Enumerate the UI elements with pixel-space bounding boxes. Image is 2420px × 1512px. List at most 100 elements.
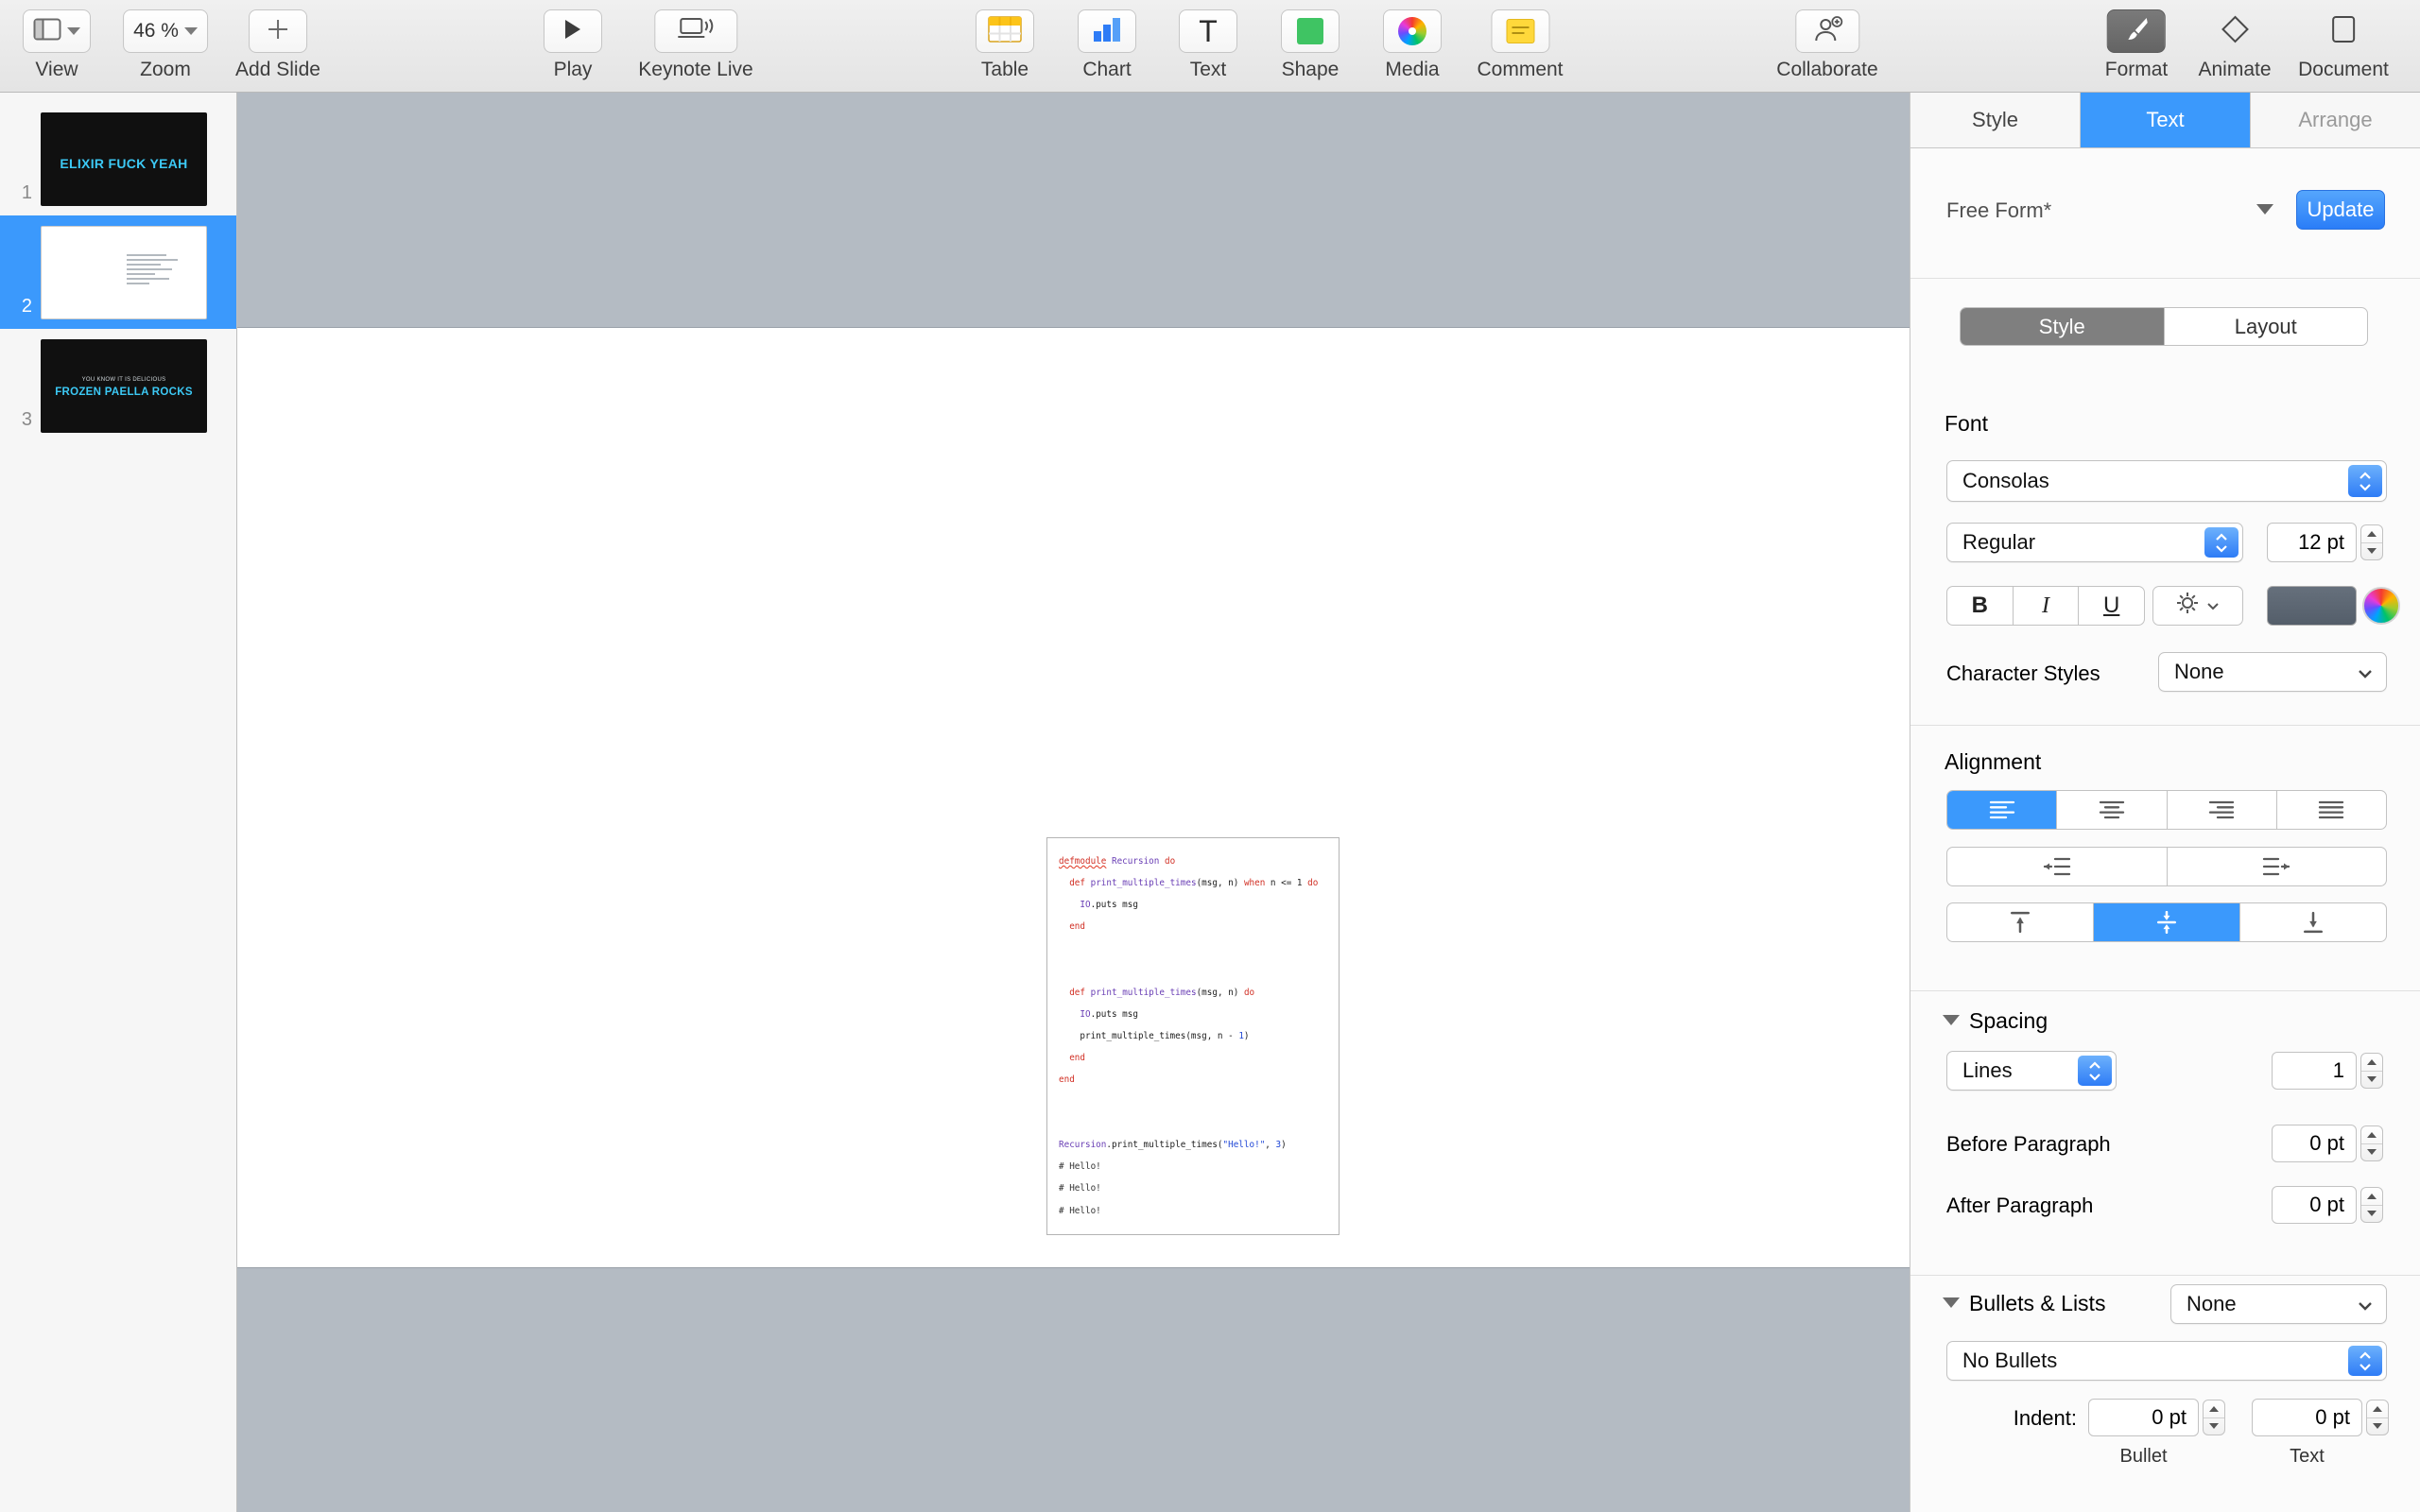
slide-surface[interactable]: defmodule Recursion do def print_multipl… bbox=[237, 327, 1910, 1268]
bar-chart-icon bbox=[1092, 16, 1122, 47]
bullets-list-popup[interactable]: None bbox=[2170, 1284, 2387, 1324]
text-indent-stepper[interactable] bbox=[2366, 1400, 2389, 1435]
font-family-combo[interactable]: Consolas bbox=[1946, 460, 2387, 502]
color-wheel-icon[interactable] bbox=[2362, 587, 2400, 625]
insert-chart-button[interactable]: Chart bbox=[1078, 9, 1136, 81]
insert-chart-label: Chart bbox=[1082, 59, 1131, 81]
align-justify-button[interactable] bbox=[2276, 791, 2386, 829]
insert-text-label: Text bbox=[1190, 59, 1227, 81]
stepper-icon[interactable] bbox=[2348, 1346, 2382, 1376]
code-line: IO.puts msg bbox=[1059, 1004, 1327, 1025]
after-paragraph-field[interactable]: 0 pt bbox=[2272, 1186, 2357, 1224]
code-line: IO.puts msg bbox=[1059, 894, 1327, 916]
view-button[interactable]: View bbox=[23, 9, 91, 81]
plus-icon bbox=[267, 18, 289, 45]
increase-indent-button[interactable] bbox=[2167, 848, 2387, 885]
insert-media-button[interactable]: Media bbox=[1383, 9, 1442, 81]
align-center-button[interactable] bbox=[2056, 791, 2166, 829]
bullet-indent-stepper[interactable] bbox=[2203, 1400, 2225, 1435]
text-color-well[interactable] bbox=[2267, 586, 2357, 626]
advanced-options-button[interactable] bbox=[2152, 586, 2243, 626]
segment-layout[interactable]: Layout bbox=[2164, 308, 2368, 345]
bullet-column-label: Bullet bbox=[2088, 1446, 2199, 1468]
yellow-note-icon bbox=[1506, 19, 1534, 43]
slide-thumbnail-row-3[interactable]: 3 YOU KNOW IT IS DELICIOUS FROZEN PAELLA… bbox=[0, 329, 236, 442]
align-middle-button[interactable] bbox=[2093, 903, 2239, 941]
decrease-indent-button[interactable] bbox=[1947, 848, 2167, 885]
code-line: # Hello! bbox=[1059, 1200, 1327, 1222]
insert-shape-button[interactable]: Shape bbox=[1281, 9, 1340, 81]
play-button[interactable]: Play bbox=[544, 9, 602, 81]
biu-segment: B I U bbox=[1946, 586, 2145, 626]
underline-button[interactable]: U bbox=[2078, 587, 2144, 625]
slide-thumbnail-row-1[interactable]: 1 ELIXIR FUCK YEAH bbox=[0, 102, 236, 215]
tab-style[interactable]: Style bbox=[1910, 93, 2081, 147]
stepper-icon[interactable] bbox=[2204, 527, 2238, 558]
alignment-section-label: Alignment bbox=[1945, 749, 2041, 775]
document-button[interactable]: Document bbox=[2298, 9, 2389, 81]
align-bottom-button[interactable] bbox=[2239, 903, 2386, 941]
format-button[interactable]: Format bbox=[2105, 9, 2169, 81]
line-spacing-field[interactable]: 1 bbox=[2272, 1052, 2357, 1090]
slide-3-thumbnail[interactable]: YOU KNOW IT IS DELICIOUS FROZEN PAELLA R… bbox=[41, 339, 207, 433]
align-left-button[interactable] bbox=[1947, 791, 2056, 829]
bullet-indent-field[interactable]: 0 pt bbox=[2088, 1399, 2199, 1436]
slide-thumbnail-row-2[interactable]: 2 bbox=[0, 215, 236, 329]
slide-number: 2 bbox=[0, 296, 32, 329]
font-weight-combo[interactable]: Regular bbox=[1946, 523, 2243, 562]
insert-table-button[interactable]: Table bbox=[976, 9, 1034, 81]
play-triangle-icon bbox=[563, 19, 582, 44]
stepper-icon[interactable] bbox=[2078, 1056, 2112, 1086]
after-paragraph-stepper[interactable] bbox=[2360, 1187, 2383, 1223]
slide-canvas[interactable]: defmodule Recursion do def print_multipl… bbox=[237, 93, 1910, 1512]
bullets-disclosure-icon[interactable] bbox=[1943, 1297, 1960, 1308]
animate-label: Animate bbox=[2198, 59, 2271, 81]
collaborate-button[interactable]: Collaborate bbox=[1776, 9, 1877, 81]
slide-3-title: FROZEN PAELLA ROCKS bbox=[41, 387, 207, 398]
text-indent-field[interactable]: 0 pt bbox=[2252, 1399, 2362, 1436]
bullet-style-combo[interactable]: No Bullets bbox=[1946, 1341, 2387, 1381]
toolbar: View 46 % Zoom Add Slide Play Keyn bbox=[0, 0, 2420, 93]
keynote-live-label: Keynote Live bbox=[638, 59, 752, 81]
line-spacing-stepper[interactable] bbox=[2360, 1053, 2383, 1089]
code-line: defmodule Recursion do bbox=[1059, 850, 1327, 872]
insert-media-label: Media bbox=[1385, 59, 1439, 81]
green-square-icon bbox=[1297, 18, 1323, 44]
after-paragraph-label: After Paragraph bbox=[1946, 1194, 2093, 1218]
insert-shape-label: Shape bbox=[1282, 59, 1340, 81]
laptop-broadcast-icon bbox=[677, 17, 715, 46]
italic-button[interactable]: I bbox=[2013, 587, 2079, 625]
horizontal-alignment-segment bbox=[1946, 790, 2387, 830]
style-dropdown-arrow-icon[interactable] bbox=[2256, 204, 2273, 215]
spacing-disclosure-icon[interactable] bbox=[1943, 1015, 1960, 1025]
tab-arrange[interactable]: Arrange bbox=[2251, 93, 2420, 147]
chevron-down-icon bbox=[184, 27, 198, 35]
play-label: Play bbox=[554, 59, 593, 81]
bold-button[interactable]: B bbox=[1947, 587, 2013, 625]
slide-1-title: ELIXIR FUCK YEAH bbox=[41, 156, 207, 171]
font-size-field[interactable]: 12 pt bbox=[2267, 523, 2357, 562]
zoom-control[interactable]: 46 % Zoom bbox=[123, 9, 208, 81]
character-styles-popup[interactable]: None bbox=[2158, 652, 2387, 692]
slide-2-thumbnail[interactable] bbox=[41, 226, 207, 319]
align-top-button[interactable] bbox=[1947, 903, 2093, 941]
update-button[interactable]: Update bbox=[2296, 190, 2385, 230]
code-line bbox=[1059, 937, 1327, 959]
stepper-icon[interactable] bbox=[2348, 465, 2382, 497]
before-paragraph-stepper[interactable] bbox=[2360, 1125, 2383, 1161]
slide-1-thumbnail[interactable]: ELIXIR FUCK YEAH bbox=[41, 112, 207, 206]
code-text-box[interactable]: defmodule Recursion do def print_multipl… bbox=[1046, 837, 1340, 1235]
insert-text-button[interactable]: T Text bbox=[1179, 9, 1237, 81]
collaborate-label: Collaborate bbox=[1776, 59, 1877, 81]
segment-style[interactable]: Style bbox=[1961, 308, 2164, 345]
tab-text[interactable]: Text bbox=[2081, 93, 2251, 147]
add-slide-button[interactable]: Add Slide bbox=[235, 9, 320, 81]
align-right-button[interactable] bbox=[2167, 791, 2276, 829]
before-paragraph-field[interactable]: 0 pt bbox=[2272, 1125, 2357, 1162]
keynote-live-button[interactable]: Keynote Live bbox=[638, 9, 752, 81]
animate-button[interactable]: Animate bbox=[2198, 9, 2271, 81]
font-size-stepper[interactable] bbox=[2360, 524, 2383, 560]
spacing-mode-combo[interactable]: Lines bbox=[1946, 1051, 2117, 1091]
keynote-window: { "app": { "name": "Keynote" }, "toolbar… bbox=[0, 0, 2420, 1512]
comment-button[interactable]: Comment bbox=[1477, 9, 1563, 81]
